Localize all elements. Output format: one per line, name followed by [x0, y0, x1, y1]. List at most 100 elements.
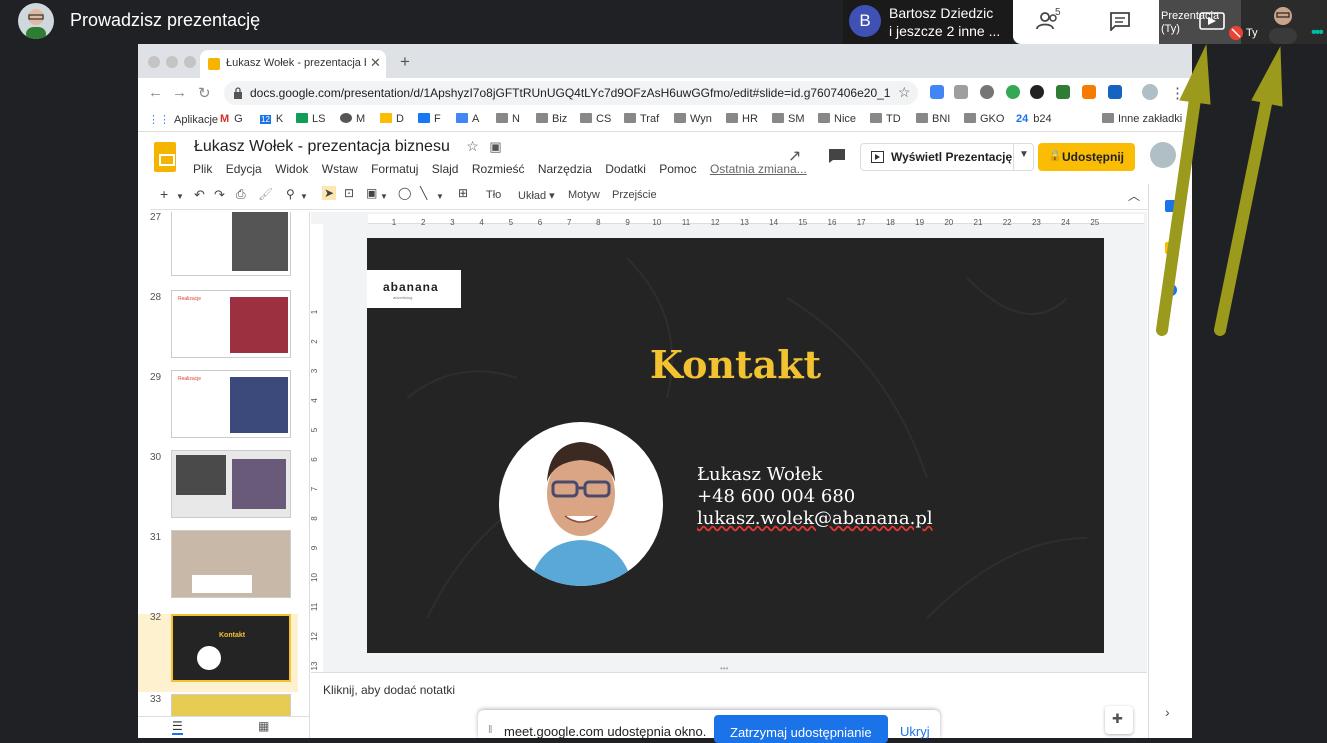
chevron-down-icon[interactable]: ▼ [1019, 149, 1029, 160]
menu-edit[interactable]: Edycja [226, 162, 262, 176]
participants-summary[interactable]: B Bartosz Dziedzic i jeszcze 2 inne ... [843, 0, 1013, 44]
shape-icon[interactable]: ◯ [398, 186, 411, 200]
bookmark-item[interactable]: 12 K [260, 113, 283, 125]
reload-icon[interactable]: ↻ [198, 84, 211, 102]
bookmark-item[interactable]: F [418, 113, 441, 125]
chevron-down-icon[interactable]: ▼ [380, 192, 388, 201]
filmstrip-view-icon[interactable]: ☰ [172, 719, 183, 735]
menu-arrange[interactable]: Rozmieść [472, 162, 525, 176]
bookmark-item[interactable]: LS [296, 113, 325, 125]
tasks-icon[interactable] [1165, 284, 1177, 296]
chevron-right-icon[interactable]: › [1165, 704, 1170, 720]
menu-view[interactable]: Widok [275, 162, 308, 176]
undo-icon[interactable]: ↶ [194, 187, 205, 203]
other-bookmarks[interactable]: Inne zakładki [1102, 113, 1182, 125]
chat-button[interactable] [1109, 11, 1131, 36]
bookmark-item[interactable]: 24 b24 [1016, 113, 1052, 125]
extension-icon[interactable] [1056, 85, 1070, 99]
layout-button[interactable]: Układ ▾ [518, 189, 555, 202]
slide-thumbnail[interactable] [171, 530, 291, 598]
back-icon[interactable]: ← [148, 84, 163, 101]
browser-tab[interactable]: Łukasz Wołek - prezentacja biznesu ✕ [200, 50, 386, 78]
bookmark-folder[interactable]: CS [580, 113, 611, 125]
background-button[interactable]: Tło [486, 189, 501, 201]
zoom-icon[interactable]: ⚲ [286, 187, 295, 201]
contact-email[interactable]: lukasz.wolek@abanana.pl [697, 508, 933, 530]
extension-icon[interactable] [1082, 85, 1096, 99]
window-close-dot[interactable] [148, 56, 160, 68]
bookmark-folder[interactable]: N [496, 113, 520, 125]
text-box-icon[interactable]: ⊡ [344, 186, 354, 200]
extension-icon[interactable] [954, 85, 968, 99]
star-icon[interactable]: ☆ [898, 84, 911, 101]
browser-menu-icon[interactable]: ⋮ [1170, 84, 1185, 102]
menu-slide[interactable]: Slajd [432, 162, 459, 176]
slides-logo-icon[interactable] [154, 142, 176, 172]
bookmark-apps[interactable]: ⋮⋮ Aplikacje [148, 113, 218, 126]
transition-button[interactable]: Przejście [612, 189, 657, 201]
new-tab-icon[interactable]: + [400, 52, 410, 72]
extension-icon[interactable] [1006, 85, 1020, 99]
grid-view-icon[interactable]: ▦ [258, 719, 269, 733]
bookmark-folder[interactable]: GKO [964, 113, 1004, 125]
address-bar[interactable]: docs.google.com/presentation/d/1ApshyzI7… [224, 81, 918, 105]
bookmark-item[interactable]: D [380, 113, 404, 125]
chevron-down-icon[interactable]: ▼ [300, 192, 308, 201]
menu-addons[interactable]: Dodatki [605, 162, 646, 176]
bookmark-folder[interactable]: Biz [536, 113, 567, 125]
menu-tools[interactable]: Narzędzia [538, 162, 592, 176]
bookmark-item[interactable]: A [456, 113, 479, 125]
stop-sharing-button[interactable]: Zatrzymaj udostępnianie [714, 715, 888, 743]
slide-thumbnail[interactable] [171, 450, 291, 518]
comments-icon[interactable] [828, 148, 846, 164]
print-icon[interactable]: ⎙ [236, 187, 246, 202]
new-slide-icon[interactable]: + [160, 186, 168, 202]
calendar-icon[interactable] [1165, 200, 1177, 212]
explore-button[interactable]: ✚ [1105, 706, 1133, 734]
bookmark-folder[interactable]: BNI [916, 113, 950, 125]
select-icon[interactable]: ➤ [322, 186, 337, 200]
window-minimize-dot[interactable] [166, 56, 178, 68]
line-icon[interactable]: ╲ [420, 186, 427, 200]
bookmark-folder[interactable]: SM [772, 113, 805, 125]
extension-icon[interactable] [930, 85, 944, 99]
document-title[interactable]: Łukasz Wołek - prezentacja biznesu [194, 138, 450, 155]
extension-icon[interactable] [1108, 85, 1122, 99]
profile-avatar[interactable] [1142, 84, 1158, 100]
self-camera-tile[interactable]: Ty ••• [1229, 0, 1327, 44]
move-folder-icon[interactable]: ▣ [489, 139, 501, 154]
slide-thumbnail[interactable]: Realizacje [171, 370, 291, 438]
menu-insert[interactable]: Wstaw [322, 162, 358, 176]
comment-add-icon[interactable]: ⊞ [458, 186, 468, 200]
keep-icon[interactable] [1165, 242, 1177, 254]
bookmark-folder[interactable]: HR [726, 113, 758, 125]
forward-icon[interactable]: → [172, 84, 187, 101]
redo-icon[interactable]: ↷ [214, 187, 225, 203]
menu-file[interactable]: Plik [193, 162, 212, 176]
window-maximize-dot[interactable] [184, 56, 196, 68]
present-button[interactable]: Wyświetl Prezentację ▼ [860, 143, 1034, 171]
bookmark-folder[interactable]: Nice [818, 113, 856, 125]
bookmark-item[interactable]: M [340, 113, 365, 125]
more-options-icon[interactable]: ••• [1311, 24, 1324, 42]
drag-handle-icon[interactable]: ‖ [488, 724, 493, 736]
chevron-down-icon[interactable]: ▼ [436, 192, 444, 201]
bookmark-folder[interactable]: Traf [624, 113, 659, 125]
extension-icon[interactable] [1030, 85, 1044, 99]
chevron-down-icon[interactable]: ▼ [176, 192, 184, 201]
slide-thumbnail-selected[interactable]: Kontakt [171, 614, 291, 682]
bookmark-folder[interactable]: TD [870, 113, 901, 125]
share-button[interactable]: 🔒 Udostępnij [1038, 143, 1135, 171]
account-avatar[interactable] [1150, 142, 1176, 168]
image-icon[interactable]: ▣ [366, 186, 377, 200]
extension-icon[interactable] [980, 85, 994, 99]
hide-banner-link[interactable]: Ukryj [900, 724, 930, 739]
chevron-up-icon[interactable]: ︿ [1128, 187, 1140, 204]
close-icon[interactable]: ✕ [370, 55, 381, 71]
theme-button[interactable]: Motyw [568, 189, 600, 201]
slide-canvas[interactable]: abanana advertising Kontakt Łukasz Wołek… [367, 238, 1104, 653]
slide-thumbnail[interactable] [171, 212, 291, 276]
activity-trend-icon[interactable]: ↗ [788, 146, 801, 166]
star-icon[interactable]: ☆ [466, 138, 479, 154]
bookmark-item[interactable]: MG [220, 113, 243, 125]
